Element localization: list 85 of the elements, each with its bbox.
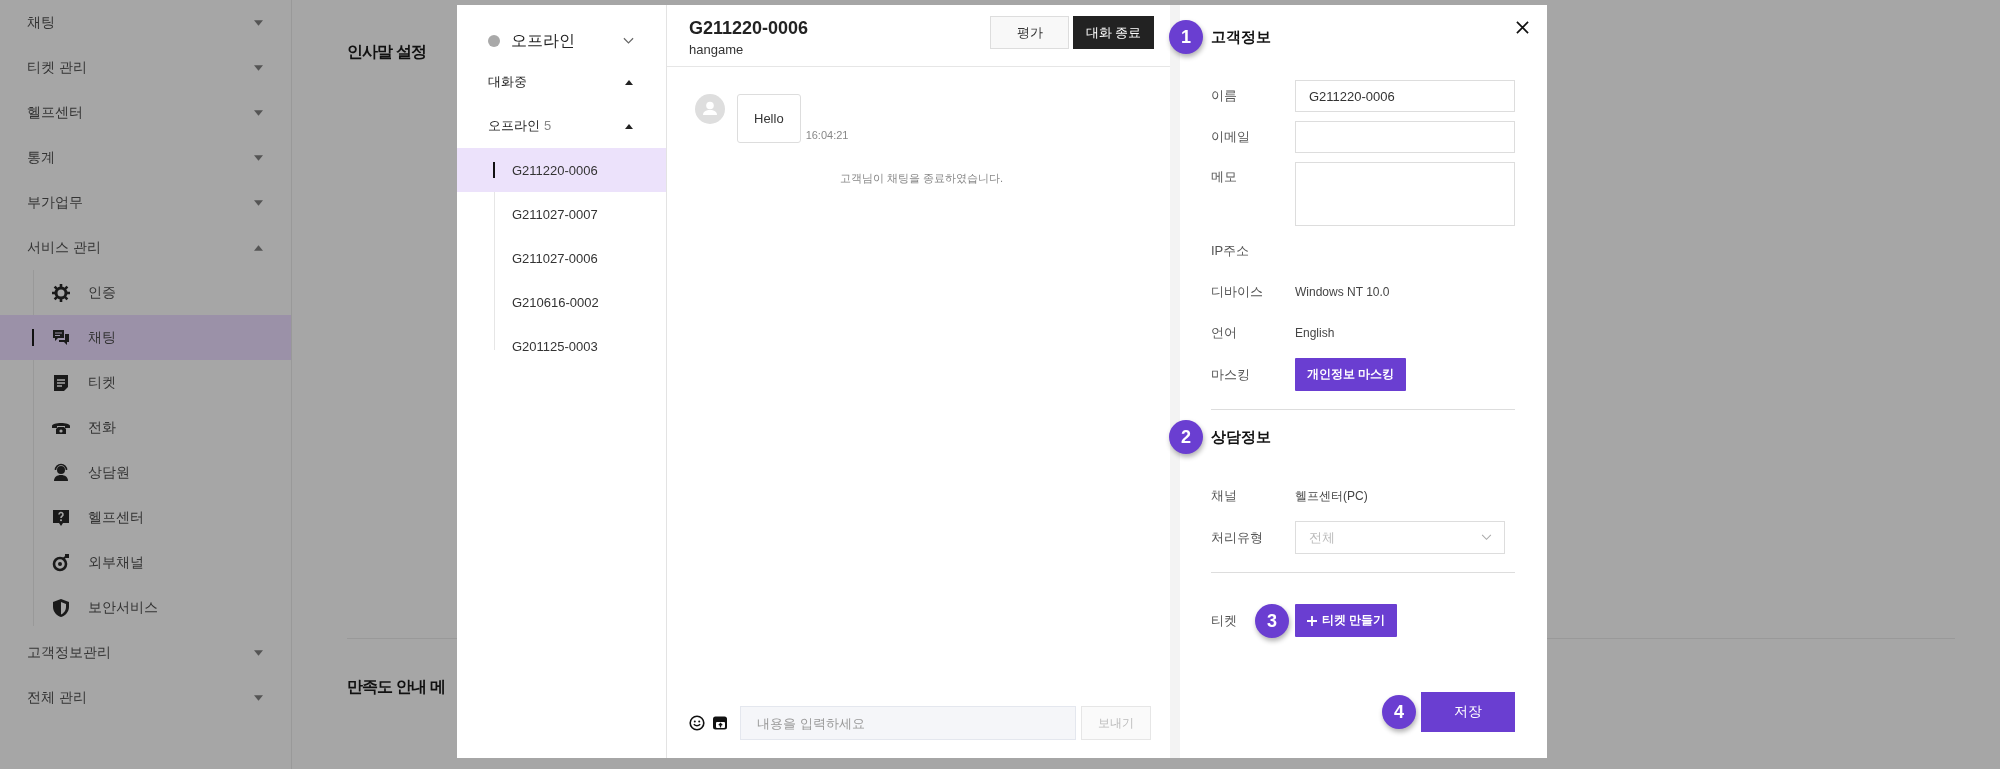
sidebar-item[interactable]: 서비스 관리 <box>0 225 291 270</box>
conversation-item[interactable]: G211027-0006 <box>457 236 666 280</box>
text-field[interactable]: G211220-0006 <box>1295 80 1515 112</box>
conversation-subtitle: hangame <box>689 42 745 57</box>
conversation-title: G211220-0006 <box>689 17 809 39</box>
field-label: 언어 <box>1211 324 1238 342</box>
step-marker: 1 <box>1169 20 1203 54</box>
chevron-down-icon <box>1481 534 1492 541</box>
status-dot <box>488 35 500 47</box>
sidebar-subitem[interactable]: 보안서비스 <box>0 585 291 630</box>
field-label: 마스킹 <box>1211 365 1251 384</box>
close-icon[interactable] <box>1516 21 1529 34</box>
group-header[interactable]: 오프라인 5 <box>457 104 666 148</box>
group-header[interactable]: 대화중 <box>457 60 666 104</box>
step-marker: 3 <box>1255 604 1289 638</box>
group-label: 오프라인 5 <box>488 117 552 135</box>
step-marker: 4 <box>1382 695 1416 729</box>
message-input[interactable]: 내용을 입력하세요 <box>740 706 1076 740</box>
field-label: 메모 <box>1211 168 1238 186</box>
section-heading: 상담정보 <box>1211 427 1271 447</box>
sidebar-item[interactable]: 헬프센터 <box>0 90 291 135</box>
field-label: 이메일 <box>1211 128 1251 146</box>
caret-icon <box>254 154 263 161</box>
rate-button[interactable]: 평가 <box>990 16 1069 49</box>
conversation-item[interactable]: G211027-0007 <box>457 192 666 236</box>
sidebar-subitem[interactable]: 채팅 <box>0 315 291 360</box>
caret-icon <box>254 649 263 656</box>
gear-icon <box>51 282 71 303</box>
section-title: 만족도 안내 메 <box>347 677 446 697</box>
caret-icon <box>254 244 263 251</box>
chevron-down-icon <box>623 37 634 45</box>
network-icon <box>51 552 71 573</box>
sidebar-item[interactable]: 부가업무 <box>0 180 291 225</box>
message-time: 16:04:21 <box>805 129 849 141</box>
memo-field[interactable] <box>1295 162 1515 226</box>
field-label: 이름 <box>1211 87 1238 105</box>
step-marker: 2 <box>1169 420 1203 454</box>
create-ticket-button[interactable]: 티켓 만들기 <box>1295 604 1398 637</box>
field-label: 디바이스 <box>1211 283 1264 301</box>
sidebar-item[interactable]: 채팅 <box>0 0 291 45</box>
sidebar-subitem[interactable]: 티켓 <box>0 360 291 405</box>
masking-button[interactable]: 개인정보 마스킹 <box>1295 358 1407 391</box>
save-button[interactable]: 저장 <box>1421 692 1515 732</box>
sidebar-subitem[interactable]: 헬프센터 <box>0 495 291 540</box>
conversation-item[interactable]: G210616-0002 <box>457 280 666 324</box>
caret-icon <box>254 199 263 206</box>
sidebar-subitem[interactable]: 상담원 <box>0 450 291 495</box>
caret-icon <box>254 19 263 26</box>
smiley-icon[interactable] <box>689 715 705 731</box>
shield-icon <box>51 597 71 618</box>
section-heading: 고객정보 <box>1211 27 1271 47</box>
system-message: 고객님이 채팅을 종료하였습니다. <box>839 172 1004 184</box>
sidebar-item[interactable]: 티켓 관리 <box>0 45 291 90</box>
field-label: 처리유형 <box>1211 528 1264 547</box>
field-label: 채널 <box>1211 487 1238 505</box>
text-field[interactable] <box>1295 121 1515 153</box>
field-value: 헬프센터(PC) <box>1295 487 1368 505</box>
message-bubble: Hello <box>737 94 801 143</box>
field-label: 티켓 <box>1211 611 1238 630</box>
sidebar-item[interactable]: 전체 관리 <box>0 675 291 720</box>
sidebar-subitem[interactable]: 전화 <box>0 405 291 450</box>
sidebar-item[interactable]: 통계 <box>0 135 291 180</box>
sidebar-item[interactable]: 고객정보관리 <box>0 630 291 675</box>
caret-icon <box>254 64 263 71</box>
field-value: Windows NT 10.0 <box>1295 285 1390 299</box>
sidebar-subitem[interactable]: 외부채널 <box>0 540 291 585</box>
caret-icon <box>254 694 263 701</box>
field-label: IP주소 <box>1211 242 1251 260</box>
field-value: English <box>1295 326 1335 340</box>
plus-icon <box>1307 615 1317 626</box>
caret-icon <box>254 109 263 116</box>
caret-icon <box>625 123 633 129</box>
sidebar-subitem[interactable]: 인증 <box>0 270 291 315</box>
headset-person-icon <box>51 462 71 483</box>
end-chat-button[interactable]: 대화 종료 <box>1073 16 1154 49</box>
caret-icon <box>625 79 633 85</box>
section-title: 인사말 설정 <box>347 42 427 62</box>
image-upload-icon[interactable] <box>712 715 728 731</box>
status-dropdown[interactable]: 오프라인 <box>457 22 666 60</box>
avatar-icon <box>695 94 725 124</box>
conversation-item[interactable]: G201125-0003 <box>457 324 666 368</box>
conversation-item[interactable]: G211220-0006 <box>457 148 666 192</box>
document-icon <box>51 372 71 393</box>
group-label: 대화중 <box>488 73 527 91</box>
question-bubble-icon <box>51 507 71 528</box>
